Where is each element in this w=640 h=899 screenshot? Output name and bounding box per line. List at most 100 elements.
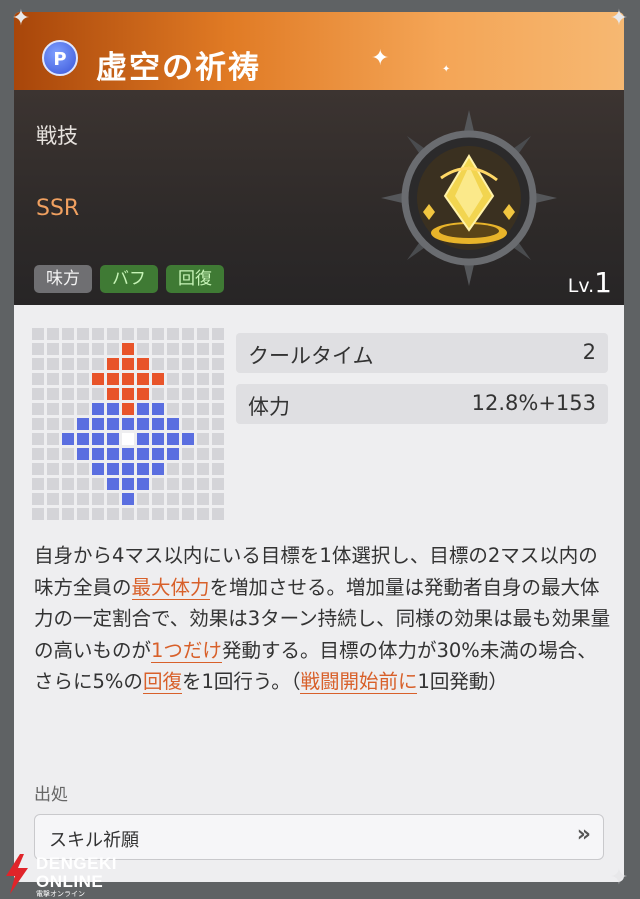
range-cell xyxy=(167,448,179,460)
range-cell xyxy=(107,373,119,385)
range-cell xyxy=(47,418,59,430)
range-cell xyxy=(92,328,104,340)
range-cell xyxy=(197,418,209,430)
range-cell xyxy=(32,478,44,490)
range-cell xyxy=(137,373,149,385)
source-value: スキル祈願 xyxy=(49,830,139,851)
range-cell xyxy=(212,448,224,460)
range-cell xyxy=(92,358,104,370)
range-cell xyxy=(167,478,179,490)
range-cell xyxy=(62,358,74,370)
range-cell xyxy=(167,463,179,475)
range-cell xyxy=(152,448,164,460)
range-cell xyxy=(62,328,74,340)
range-cell xyxy=(32,403,44,415)
range-cell xyxy=(92,508,104,520)
range-cell xyxy=(167,328,179,340)
range-cell xyxy=(167,403,179,415)
range-cell xyxy=(77,463,89,475)
range-cell xyxy=(122,418,134,430)
range-cell xyxy=(122,433,134,445)
range-cell xyxy=(197,403,209,415)
range-cell xyxy=(182,418,194,430)
range-cell xyxy=(77,373,89,385)
range-cell xyxy=(107,448,119,460)
tag-buff: バフ xyxy=(100,265,158,293)
range-cell xyxy=(92,403,104,415)
range-cell xyxy=(197,373,209,385)
range-cell xyxy=(137,493,149,505)
sparkle-icon: ✦ xyxy=(371,46,390,71)
range-cell xyxy=(62,493,74,505)
corner-ornament-icon: ✦ xyxy=(11,6,31,31)
range-cell xyxy=(107,358,119,370)
range-cell xyxy=(47,373,59,385)
range-cell xyxy=(137,403,149,415)
skill-description: 自身から4マス以内にいる目標を1体選択し、目標の2マス以内の味方全員の最大体力を… xyxy=(34,540,614,698)
rarity-label: SSR xyxy=(36,196,80,221)
range-cell xyxy=(62,343,74,355)
range-cell xyxy=(152,358,164,370)
range-cell xyxy=(32,328,44,340)
range-cell xyxy=(62,448,74,460)
range-cell xyxy=(77,493,89,505)
range-cell xyxy=(167,358,179,370)
range-cell xyxy=(107,388,119,400)
range-cell xyxy=(182,433,194,445)
sparkle-icon: ✦ xyxy=(442,64,451,75)
range-cell xyxy=(77,448,89,460)
range-cell xyxy=(32,433,44,445)
range-cell xyxy=(77,358,89,370)
keyword-only-one[interactable]: 1つだけ xyxy=(151,638,222,663)
range-cell xyxy=(167,373,179,385)
range-cell xyxy=(107,328,119,340)
range-cell xyxy=(137,343,149,355)
dengeki-online-watermark: DENGEKI ONLINE 電撃オンライン xyxy=(0,852,130,898)
desc-text: を1回行う。（ xyxy=(181,670,301,693)
p-token-icon: P xyxy=(42,40,78,76)
range-cell xyxy=(122,403,134,415)
range-cell xyxy=(122,448,134,460)
golden-crystal-emblem-icon xyxy=(381,110,557,286)
level-prefix: Lv. xyxy=(567,275,595,297)
corner-ornament-icon: ✦ xyxy=(609,6,629,31)
range-cell xyxy=(182,343,194,355)
range-cell xyxy=(197,358,209,370)
range-cell xyxy=(92,493,104,505)
range-cell xyxy=(107,478,119,490)
range-cell xyxy=(212,463,224,475)
corner-ornament-icon: ✦ xyxy=(609,865,629,890)
range-cell xyxy=(122,508,134,520)
stat-value: 12.8%+153 xyxy=(471,391,596,415)
range-cell xyxy=(212,478,224,490)
range-cell xyxy=(92,343,104,355)
range-cell xyxy=(62,433,74,445)
range-cell xyxy=(152,328,164,340)
keyword-heal[interactable]: 回復 xyxy=(142,670,182,694)
stat-label: クールタイム xyxy=(248,344,374,368)
skill-header-panel: 戦技 SSR 味方 バフ 回復 Lv.1 xyxy=(14,90,624,305)
range-cell xyxy=(137,448,149,460)
range-cell xyxy=(152,493,164,505)
stat-row-cooldown: クールタイム 2 xyxy=(236,333,608,373)
range-cell xyxy=(137,508,149,520)
range-cell xyxy=(107,343,119,355)
range-cell xyxy=(47,508,59,520)
range-cell xyxy=(122,328,134,340)
range-cell xyxy=(182,373,194,385)
range-cell xyxy=(182,493,194,505)
range-cell xyxy=(62,418,74,430)
keyword-pre-battle[interactable]: 戦闘開始前に xyxy=(300,670,418,694)
range-cell xyxy=(32,508,44,520)
range-cell xyxy=(137,463,149,475)
range-cell xyxy=(197,463,209,475)
range-cell xyxy=(152,433,164,445)
range-cell xyxy=(92,373,104,385)
range-cell xyxy=(152,388,164,400)
range-cell xyxy=(77,478,89,490)
range-cell xyxy=(77,418,89,430)
range-cell xyxy=(137,328,149,340)
range-cell xyxy=(137,478,149,490)
keyword-max-hp[interactable]: 最大体力 xyxy=(131,575,210,600)
range-cell xyxy=(47,403,59,415)
